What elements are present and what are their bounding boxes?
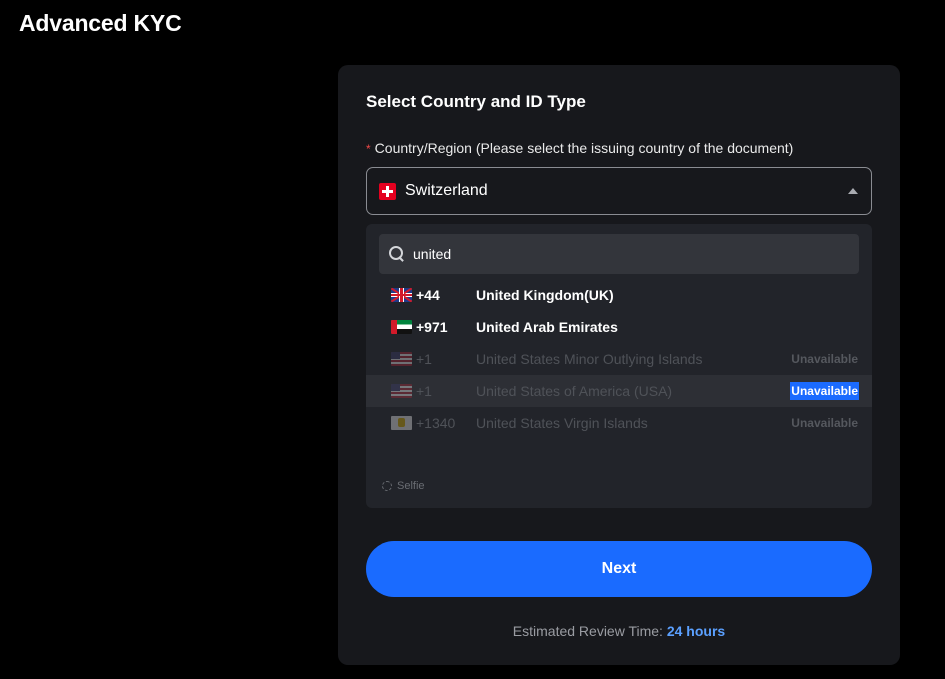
search-icon — [389, 246, 405, 262]
kyc-card: Select Country and ID Type * Country/Regi… — [338, 65, 900, 665]
card-title: Select Country and ID Type — [366, 92, 586, 111]
dial-code: +44 — [416, 287, 440, 303]
country-search-box[interactable] — [379, 234, 859, 274]
country-search-input[interactable] — [413, 246, 833, 262]
flag-uk-icon — [391, 288, 412, 302]
country-name: United States Minor Outlying Islands — [476, 351, 703, 367]
country-option-us-minor-islands: +1 United States Minor Outlying Islands … — [366, 343, 872, 375]
unavailable-badge: Unavailable — [790, 382, 859, 400]
next-button[interactable]: Next — [366, 541, 872, 597]
country-name: United States Virgin Islands — [476, 415, 648, 431]
caret-up-icon — [848, 188, 858, 194]
page-title: Advanced KYC — [19, 10, 182, 36]
flag-uae-icon — [391, 320, 412, 334]
dial-code: +971 — [416, 319, 448, 335]
selfie-item: Selfie — [382, 480, 425, 492]
unavailable-badge: Unavailable — [791, 416, 858, 430]
selfie-label: Selfie — [397, 480, 425, 492]
country-options-list: +44 United Kingdom(UK) +971 United Arab … — [366, 279, 872, 439]
country-option-uk[interactable]: +44 United Kingdom(UK) — [366, 279, 872, 311]
review-value: 24 hours — [666, 623, 726, 639]
country-name: United Kingdom(UK) — [476, 287, 614, 303]
required-mark: * — [366, 142, 371, 156]
flag-switzerland-icon — [379, 182, 396, 200]
review-label: Estimated Review Time: — [512, 623, 663, 639]
country-name: United States of America (USA) — [476, 383, 673, 399]
country-label-text: Country/Region (Please select the issuin… — [374, 140, 794, 156]
dial-code: +1340 — [416, 415, 456, 431]
estimated-review-time: Estimated Review Time: 24 hours — [338, 623, 900, 639]
dial-code: +1 — [416, 383, 432, 399]
country-option-usa: +1 United States of America (USA) Unavai… — [366, 375, 872, 407]
flag-vi-icon — [391, 416, 412, 430]
country-dropdown: +44 United Kingdom(UK) +971 United Arab … — [366, 224, 872, 508]
dial-code: +1 — [416, 351, 432, 367]
flag-us-icon — [391, 352, 412, 366]
country-select-value: Switzerland — [405, 182, 488, 199]
flag-us-icon — [391, 384, 412, 398]
country-option-uae[interactable]: +971 United Arab Emirates — [366, 311, 872, 343]
country-select[interactable]: Switzerland — [366, 167, 872, 215]
country-field-label: * Country/Region (Please select the issui… — [366, 140, 793, 156]
country-name: United Arab Emirates — [476, 319, 618, 335]
unavailable-badge: Unavailable — [791, 352, 858, 366]
selfie-icon — [382, 481, 392, 491]
country-option-us-virgin-islands: +1340 United States Virgin Islands Unava… — [366, 407, 872, 439]
